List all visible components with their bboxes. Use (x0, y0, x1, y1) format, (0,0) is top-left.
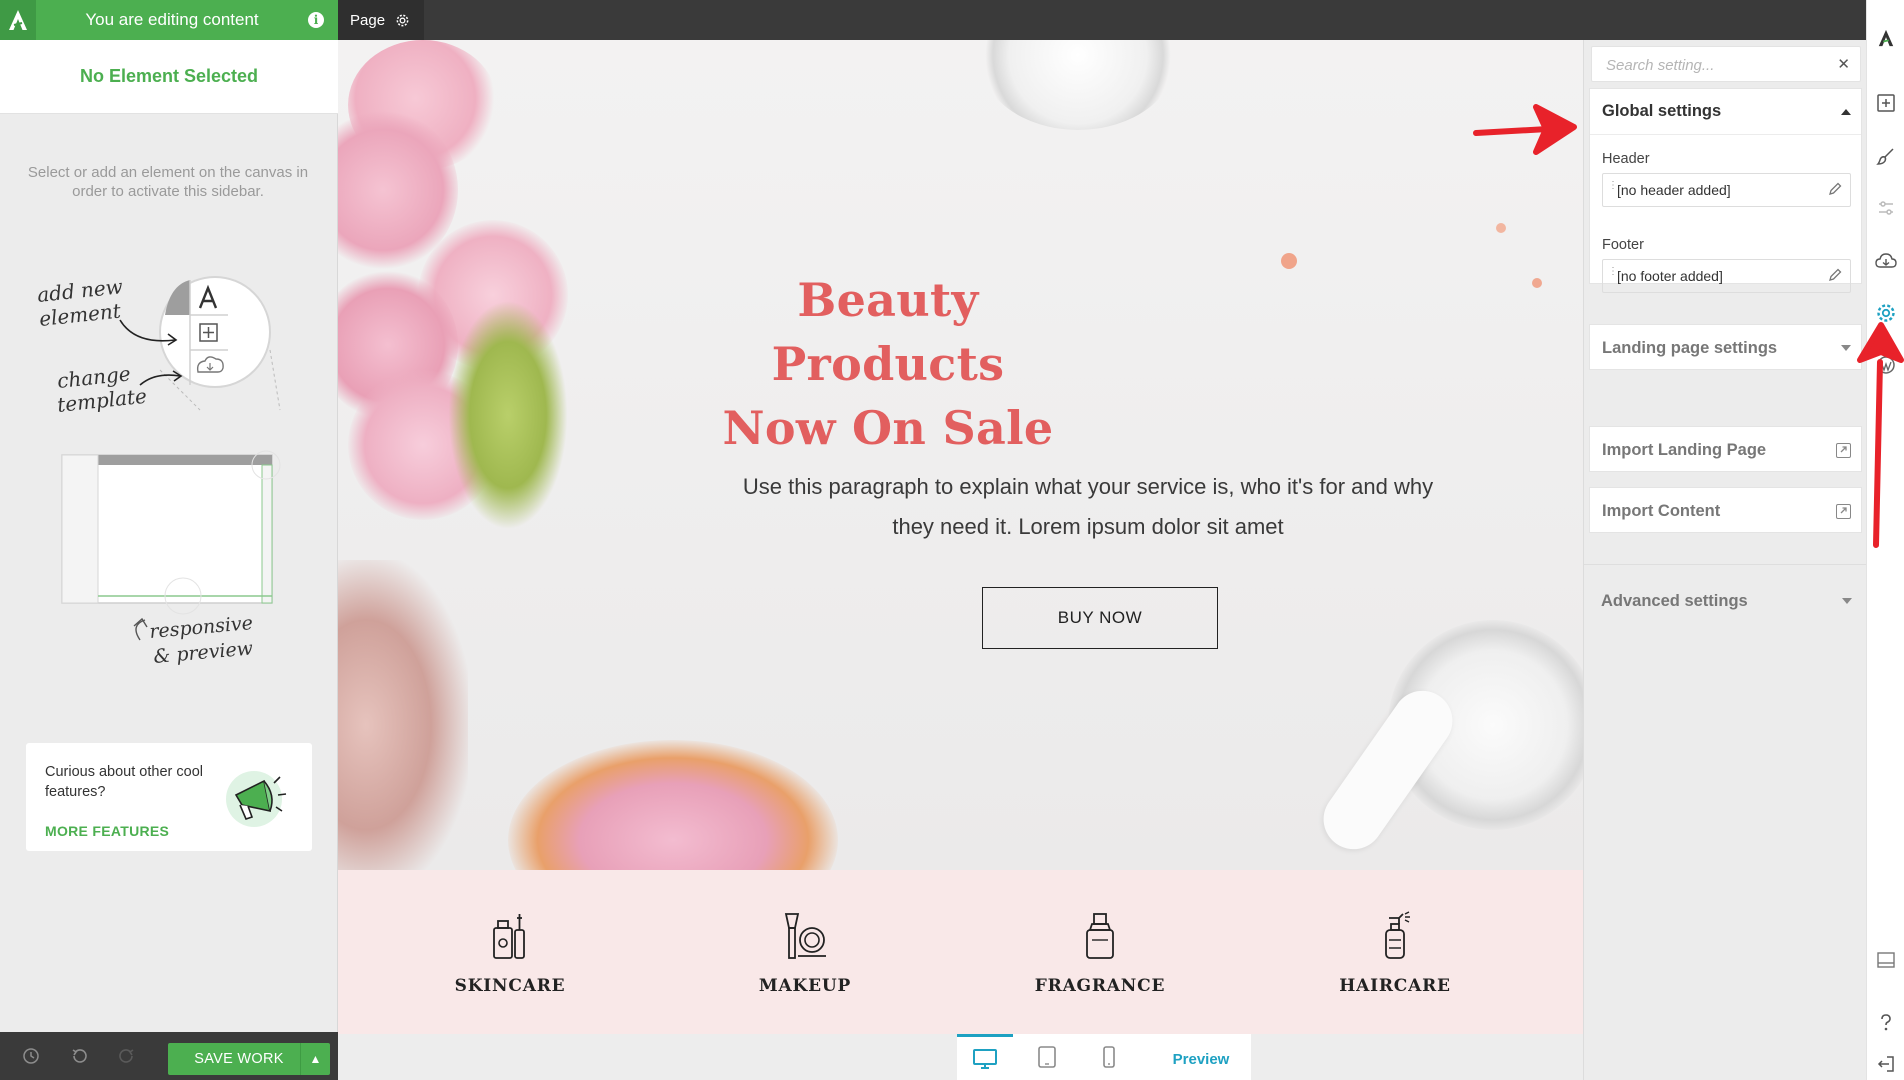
external-link-icon (1836, 503, 1851, 519)
category-label: MAKEUP (758, 976, 852, 996)
mobile-view-button[interactable] (1081, 1034, 1137, 1080)
haircare-icon (1385, 911, 1410, 959)
cloud-download-icon[interactable] (1867, 241, 1904, 281)
exit-editor-icon[interactable] (1867, 1044, 1904, 1080)
settings-gear-icon[interactable] (1867, 293, 1904, 333)
panel-divider (1584, 564, 1867, 565)
editing-status-label: You are editing content (85, 10, 259, 29)
brush-icon[interactable] (1867, 136, 1904, 176)
category-label: SKINCARE (454, 976, 566, 996)
expand-arrow-icon[interactable] (1842, 598, 1852, 604)
thrive-logo-icon[interactable] (0, 0, 36, 40)
global-settings-card: Global settings Header ⋮ [no header adde… (1589, 88, 1862, 293)
desktop-icon (973, 1048, 997, 1069)
add-element-icon[interactable] (1867, 83, 1904, 123)
category-skincare[interactable]: SKINCARE (410, 910, 610, 996)
page-canvas: Beauty Products Now On Sale Use this par… (338, 40, 1583, 1034)
landing-page-settings-title: Landing page settings (1602, 338, 1778, 357)
hero-section[interactable]: Beauty Products Now On Sale Use this par… (338, 40, 1583, 870)
wordpress-icon[interactable] (1867, 345, 1904, 385)
hero-title[interactable]: Beauty Products Now On Sale (678, 268, 1098, 460)
page-tab-label: Page (350, 11, 386, 29)
import-landing-page-label: Import Landing Page (1602, 440, 1767, 459)
more-features-link[interactable]: MORE FEATURES (45, 823, 169, 839)
sidebar-panel-icon[interactable] (1867, 940, 1904, 980)
save-work-button[interactable]: SAVE WORK (168, 1043, 310, 1075)
settings-panel: Search setting... ✕ Global settings Head… (1583, 40, 1867, 1080)
footer-field[interactable]: ⋮ [no footer added] (1602, 259, 1851, 293)
landing-page-settings-card[interactable]: Landing page settings (1589, 324, 1862, 370)
fragrance-icon (1086, 913, 1114, 959)
redo-icon[interactable] (116, 1045, 138, 1067)
undo-icon[interactable] (68, 1045, 90, 1067)
footer-label: Footer (1602, 237, 1644, 253)
import-content-card[interactable]: Import Content (1589, 487, 1862, 533)
category-label: HAIRCARE (1339, 976, 1451, 996)
search-placeholder: Search setting... (1606, 57, 1715, 74)
sidebar-hint-text: Select or add an element on the canvas i… (27, 164, 309, 200)
import-content-label: Import Content (1602, 501, 1721, 520)
main-toolbar (1866, 0, 1904, 1080)
header-field[interactable]: ⋮ [no header added] (1602, 173, 1851, 207)
import-landing-page-card[interactable]: Import Landing Page (1589, 426, 1862, 472)
edit-pencil-icon[interactable] (1827, 267, 1843, 283)
petal-speck (1532, 278, 1542, 288)
salt-jar-decoration (338, 560, 468, 870)
flower-bowl-decoration (508, 740, 838, 870)
skincare-icon (493, 914, 525, 959)
desktop-view-button[interactable] (957, 1034, 1013, 1080)
mobile-icon (1103, 1046, 1115, 1068)
svg-text:& preview: & preview (153, 637, 254, 668)
leaf-decoration (448, 300, 568, 530)
tablet-view-button[interactable] (1019, 1034, 1075, 1080)
advanced-settings-title: Advanced settings (1601, 591, 1748, 610)
page-settings-tab[interactable]: Page (338, 0, 424, 40)
categories-section[interactable]: SKINCARE MAKEUP FRAGRANCE HAIRCARE (338, 870, 1583, 1034)
preview-button[interactable]: Preview (1151, 1041, 1251, 1077)
sliders-icon[interactable] (1867, 188, 1904, 228)
global-settings-title: Global settings (1602, 102, 1722, 120)
global-settings-header[interactable]: Global settings (1590, 89, 1861, 135)
buy-now-button[interactable]: BUY NOW (982, 587, 1218, 649)
external-link-icon (1836, 442, 1851, 458)
makeup-icon (784, 913, 826, 959)
edit-pencil-icon[interactable] (1827, 181, 1843, 197)
clear-search-icon[interactable]: ✕ (1837, 55, 1850, 73)
petal-speck (1496, 223, 1506, 233)
promo-question: Curious about other cool features? (45, 764, 203, 800)
header-label: Header (1602, 151, 1650, 167)
history-icon[interactable] (20, 1045, 42, 1067)
help-icon[interactable] (1867, 1003, 1904, 1043)
category-makeup[interactable]: MAKEUP (705, 910, 905, 996)
info-icon[interactable]: i (308, 12, 324, 28)
thrive-logo-icon[interactable] (1867, 18, 1904, 58)
drag-handle-icon: ⋮ (1608, 266, 1618, 277)
search-setting-input[interactable]: Search setting... ✕ (1591, 46, 1861, 82)
footer-value: [no footer added] (1617, 268, 1723, 284)
gear-icon[interactable] (395, 13, 410, 28)
features-promo-card: Curious about other cool features? MORE … (26, 743, 312, 851)
hero-paragraph[interactable]: Use this paragraph to explain what your … (728, 467, 1448, 547)
header-value: [no header added] (1617, 182, 1731, 198)
hero-title-line-2: Now On Sale (722, 401, 1054, 455)
expand-arrow-icon[interactable] (1841, 345, 1851, 351)
drag-handle-icon: ⋮ (1608, 180, 1618, 191)
megaphone-icon (226, 771, 287, 827)
hero-title-line-1: Beauty Products (771, 273, 1005, 391)
no-element-selected-title: No Element Selected (0, 40, 338, 114)
save-options-chevron-icon[interactable]: ▲ (300, 1043, 330, 1075)
petal-speck (1281, 253, 1297, 269)
advanced-settings-header[interactable]: Advanced settings (1589, 578, 1862, 624)
tablet-icon (1038, 1046, 1056, 1068)
category-label: FRAGRANCE (1034, 976, 1166, 996)
editing-status-bar: You are editing content i (0, 0, 338, 40)
cream-jar-decoration (978, 40, 1178, 130)
category-fragrance[interactable]: FRAGRANCE (1000, 910, 1200, 996)
onboarding-doodle-illustration: add new element change template responsi… (36, 274, 281, 668)
category-haircare[interactable]: HAIRCARE (1295, 910, 1495, 996)
top-bar (338, 0, 1866, 40)
collapse-arrow-icon[interactable] (1841, 108, 1851, 115)
